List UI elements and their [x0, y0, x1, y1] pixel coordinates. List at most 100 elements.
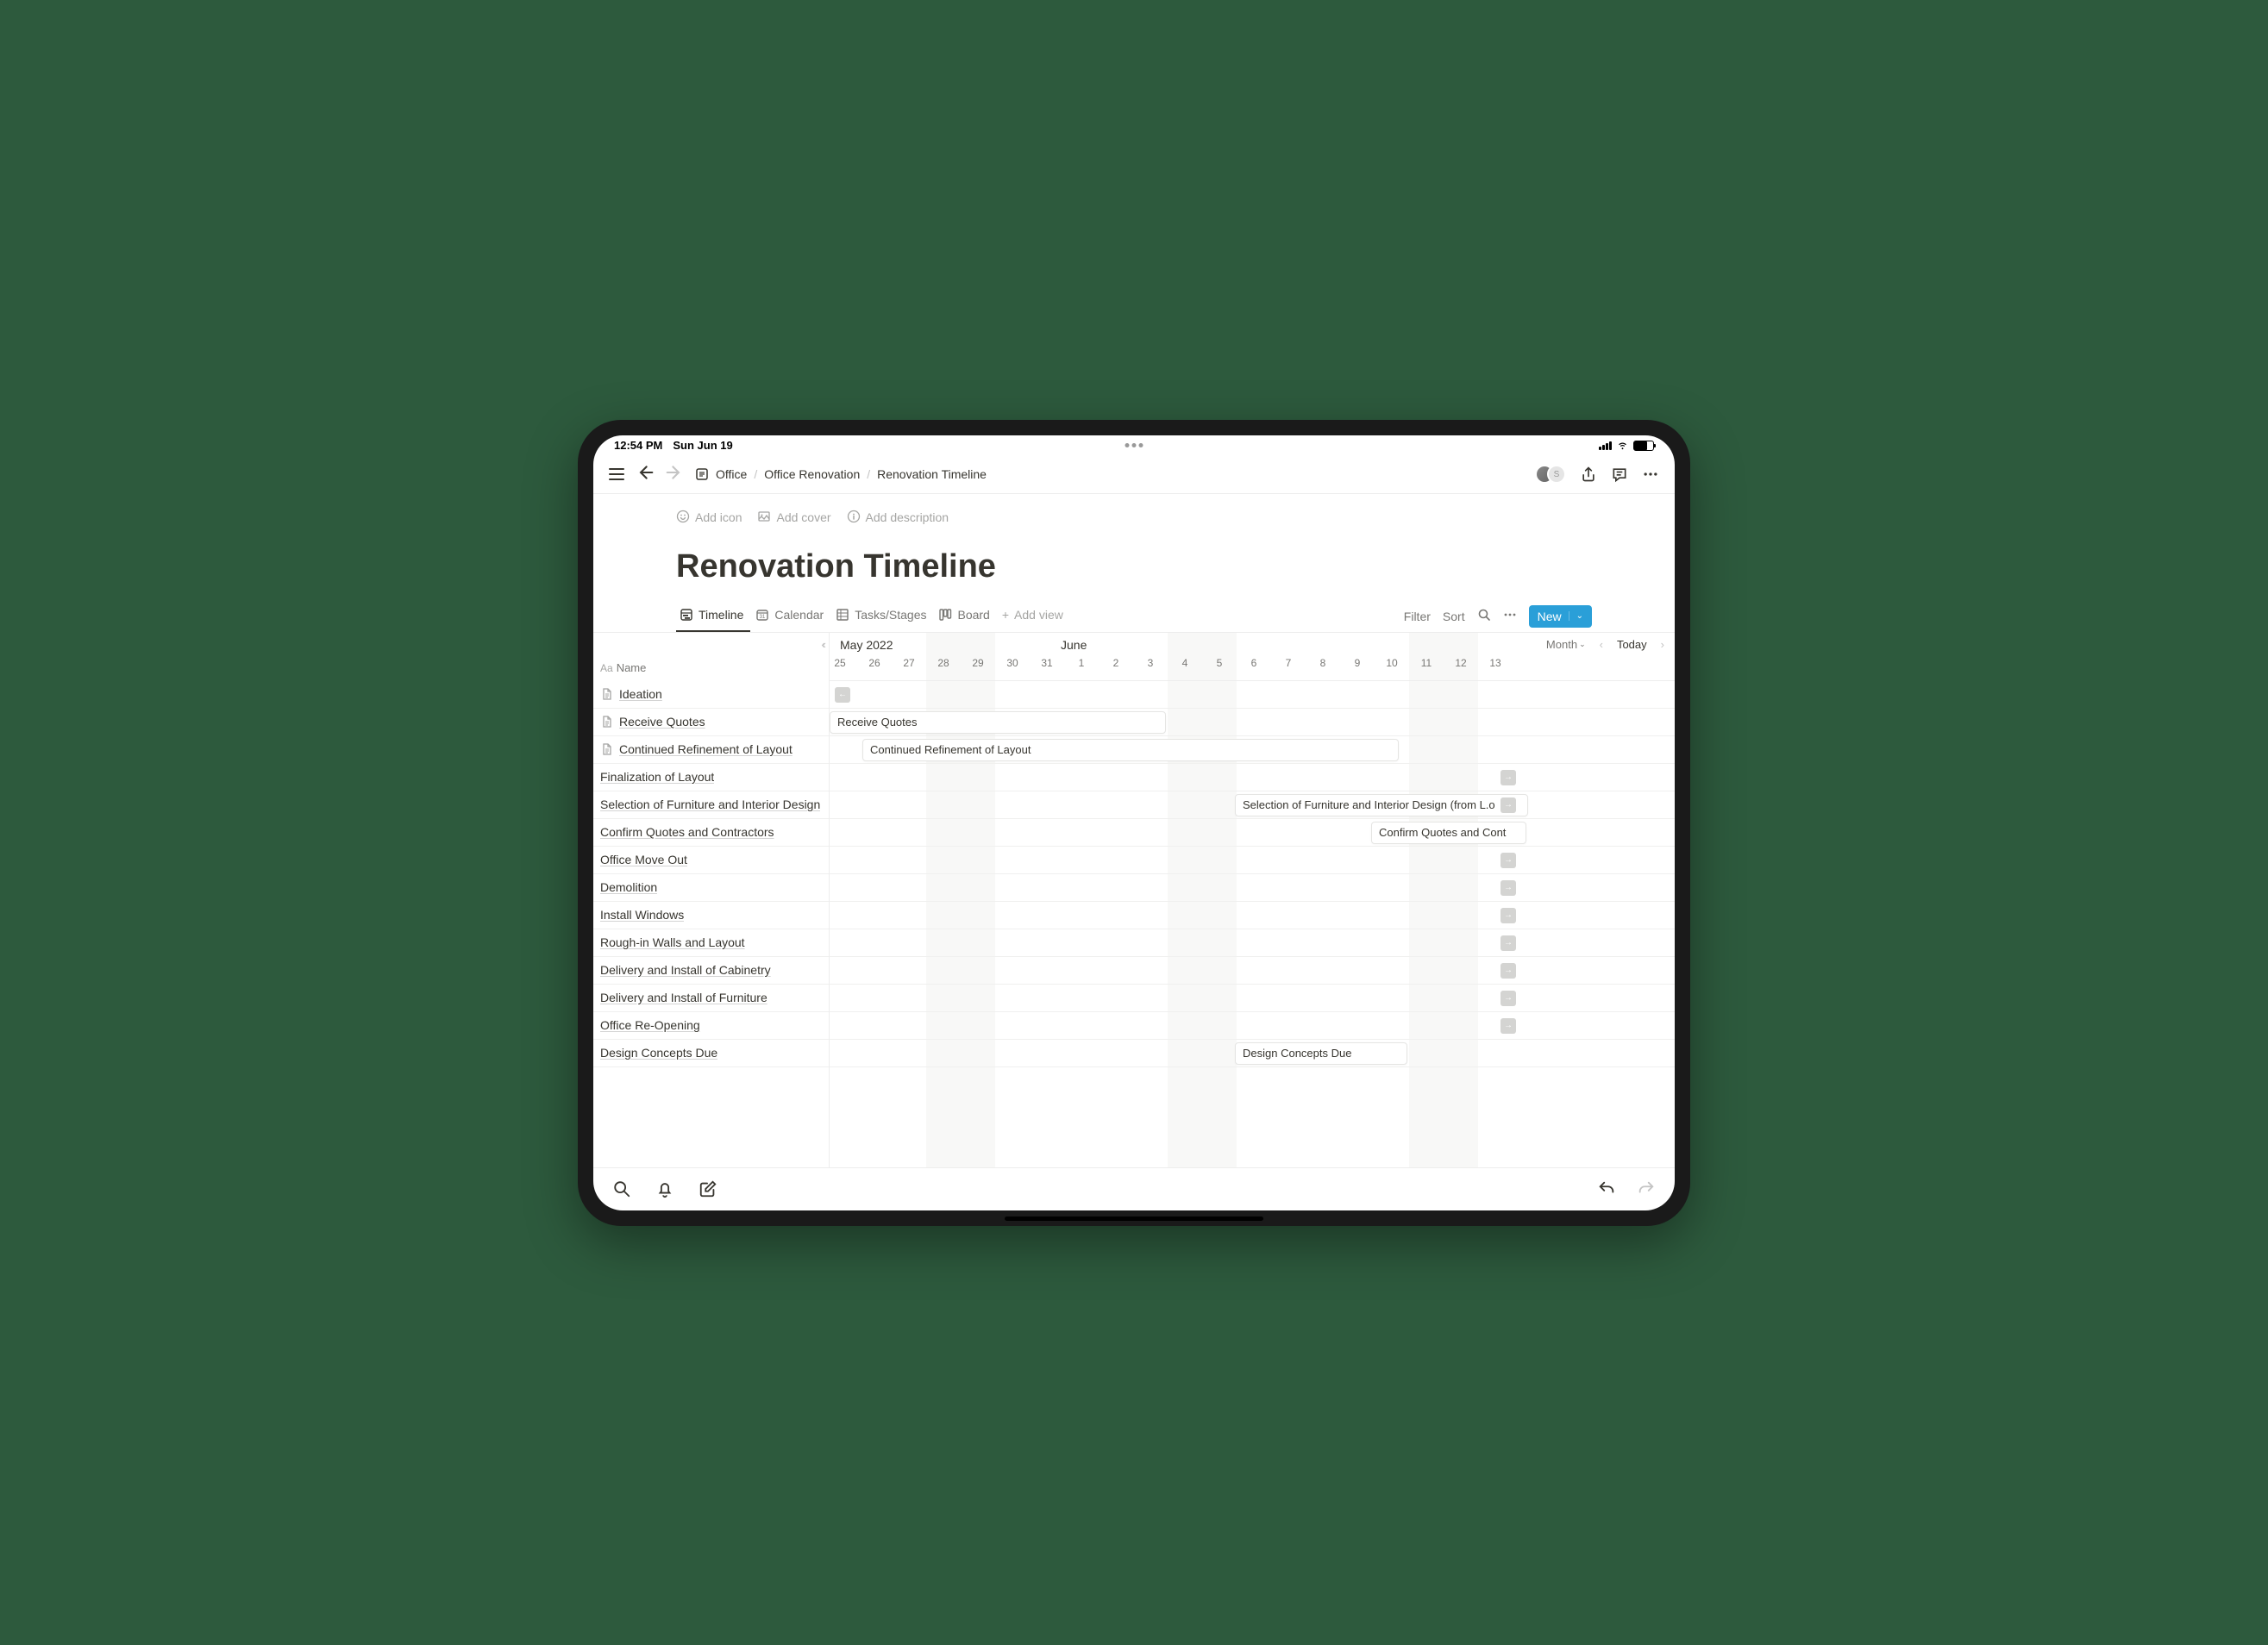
- table-row[interactable]: Selection of Furniture and Interior Desi…: [593, 791, 829, 819]
- today-button[interactable]: Today: [1617, 638, 1647, 651]
- add-icon-button[interactable]: Add icon: [676, 510, 742, 526]
- redo-icon[interactable]: [1637, 1179, 1656, 1198]
- table-row[interactable]: Finalization of Layout: [593, 764, 829, 791]
- collapse-sidebar-icon[interactable]: ‹‹: [821, 638, 824, 651]
- new-button[interactable]: New ⌄: [1529, 605, 1592, 628]
- battery-icon: [1633, 441, 1654, 451]
- offscreen-right-indicator[interactable]: →: [1501, 1018, 1516, 1034]
- date-header-cell: 6: [1237, 657, 1271, 669]
- offscreen-right-indicator[interactable]: →: [1501, 991, 1516, 1006]
- page-title[interactable]: Renovation Timeline: [676, 548, 1592, 585]
- row-label: Receive Quotes: [619, 715, 705, 729]
- timeline-row[interactable]: Confirm Quotes and Cont: [830, 819, 1675, 847]
- notifications-icon[interactable]: [655, 1179, 674, 1198]
- timeline-row[interactable]: Continued Refinement of Layout: [830, 736, 1675, 764]
- view-more-icon[interactable]: [1503, 608, 1517, 624]
- name-column-header[interactable]: Name: [617, 661, 647, 674]
- table-row[interactable]: Office Re-Opening: [593, 1012, 829, 1040]
- tab-timeline[interactable]: Timeline: [676, 601, 750, 632]
- offscreen-right-indicator[interactable]: →: [1501, 797, 1516, 813]
- top-nav: Office / Office Renovation / Renovation …: [593, 456, 1675, 494]
- timeline-row[interactable]: →: [830, 957, 1675, 985]
- table-row[interactable]: Install Windows: [593, 902, 829, 929]
- back-button[interactable]: [636, 464, 654, 485]
- timeline-row[interactable]: →: [830, 764, 1675, 791]
- table-row[interactable]: Delivery and Install of Furniture: [593, 985, 829, 1012]
- forward-button[interactable]: [666, 464, 683, 485]
- offscreen-right-indicator[interactable]: →: [1501, 853, 1516, 868]
- table-row[interactable]: Ideation: [593, 681, 829, 709]
- add-description-button[interactable]: Add description: [847, 510, 949, 526]
- offscreen-right-indicator[interactable]: →: [1501, 935, 1516, 951]
- date-header-cell: 8: [1306, 657, 1340, 669]
- date-header-cell: 5: [1202, 657, 1237, 669]
- presence-avatars[interactable]: S: [1535, 465, 1566, 484]
- timeline-row[interactable]: →: [830, 847, 1675, 874]
- multitask-dots[interactable]: [1125, 443, 1143, 447]
- offscreen-right-indicator[interactable]: →: [1501, 908, 1516, 923]
- timeline-row[interactable]: ←: [830, 681, 1675, 709]
- offscreen-right-indicator[interactable]: →: [1501, 963, 1516, 979]
- task-bar-design-due[interactable]: Design Concepts Due: [1235, 1042, 1407, 1065]
- task-bar-receive-quotes[interactable]: Receive Quotes: [830, 711, 1166, 734]
- table-row[interactable]: Receive Quotes: [593, 709, 829, 736]
- breadcrumb-current[interactable]: Renovation Timeline: [877, 467, 987, 481]
- offscreen-right-indicator[interactable]: →: [1501, 770, 1516, 785]
- breadcrumb-root[interactable]: Office: [716, 467, 747, 481]
- bottom-toolbar: [593, 1167, 1675, 1210]
- table-row[interactable]: Confirm Quotes and Contractors: [593, 819, 829, 847]
- offscreen-right-indicator[interactable]: →: [1501, 880, 1516, 896]
- more-icon[interactable]: [1642, 466, 1659, 483]
- timeline-icon: [680, 608, 693, 622]
- comments-icon[interactable]: [1611, 466, 1628, 483]
- timeline-row[interactable]: →: [830, 929, 1675, 957]
- timeline-row[interactable]: Selection of Furniture and Interior Desi…: [830, 791, 1675, 819]
- tab-board[interactable]: Board: [935, 601, 996, 632]
- table-row[interactable]: Office Move Out: [593, 847, 829, 874]
- scale-selector[interactable]: Month ⌄: [1546, 638, 1586, 651]
- search-icon[interactable]: [1477, 608, 1491, 624]
- date-header-cell: 12: [1444, 657, 1478, 669]
- date-header-cell: 3: [1133, 657, 1168, 669]
- menu-icon[interactable]: [609, 468, 624, 480]
- tab-tasks[interactable]: Tasks/Stages: [832, 601, 933, 632]
- chevron-down-icon[interactable]: ⌄: [1569, 611, 1583, 621]
- add-view-button[interactable]: + Add view: [999, 601, 1070, 632]
- timeline-row[interactable]: Receive Quotes: [830, 709, 1675, 736]
- row-label: Office Move Out: [600, 853, 687, 866]
- timeline-row[interactable]: →: [830, 874, 1675, 902]
- breadcrumb-parent[interactable]: Office Renovation: [764, 467, 860, 481]
- next-period-icon[interactable]: ›: [1657, 636, 1668, 653]
- share-icon[interactable]: [1580, 466, 1597, 483]
- table-row[interactable]: Continued Refinement of Layout: [593, 736, 829, 764]
- row-label: Design Concepts Due: [600, 1046, 717, 1060]
- task-bar-confirm[interactable]: Confirm Quotes and Cont: [1371, 822, 1526, 844]
- timeline-grid[interactable]: May 2022 June Month ⌄ ‹ Today › 25262728…: [830, 633, 1675, 1167]
- row-label: Rough-in Walls and Layout: [600, 935, 745, 949]
- date-header-cell: 30: [995, 657, 1030, 669]
- offscreen-left-indicator[interactable]: ←: [835, 687, 850, 703]
- timeline-row[interactable]: →: [830, 902, 1675, 929]
- plus-icon: +: [1002, 608, 1009, 622]
- task-bar-refinement[interactable]: Continued Refinement of Layout: [862, 739, 1399, 761]
- timeline-row[interactable]: →: [830, 985, 1675, 1012]
- row-label: Confirm Quotes and Contractors: [600, 825, 774, 839]
- date-header-cell: 11: [1409, 657, 1444, 669]
- sort-button[interactable]: Sort: [1443, 610, 1465, 623]
- timeline-row[interactable]: Design Concepts Due: [830, 1040, 1675, 1067]
- table-row[interactable]: Rough-in Walls and Layout: [593, 929, 829, 957]
- date-header-cell: 2: [1099, 657, 1133, 669]
- add-cover-button[interactable]: Add cover: [757, 510, 830, 526]
- table-icon: [836, 608, 849, 622]
- prev-period-icon[interactable]: ‹: [1596, 636, 1607, 653]
- table-row[interactable]: Design Concepts Due: [593, 1040, 829, 1067]
- timeline-row[interactable]: →: [830, 1012, 1675, 1040]
- table-row[interactable]: Delivery and Install of Cabinetry: [593, 957, 829, 985]
- filter-button[interactable]: Filter: [1404, 610, 1431, 623]
- undo-icon[interactable]: [1597, 1179, 1616, 1198]
- search-icon-bottom[interactable]: [612, 1179, 631, 1198]
- compose-icon[interactable]: [699, 1179, 717, 1198]
- task-bar-selection[interactable]: Selection of Furniture and Interior Desi…: [1235, 794, 1528, 816]
- table-row[interactable]: Demolition: [593, 874, 829, 902]
- tab-calendar[interactable]: 31 Calendar: [752, 601, 830, 632]
